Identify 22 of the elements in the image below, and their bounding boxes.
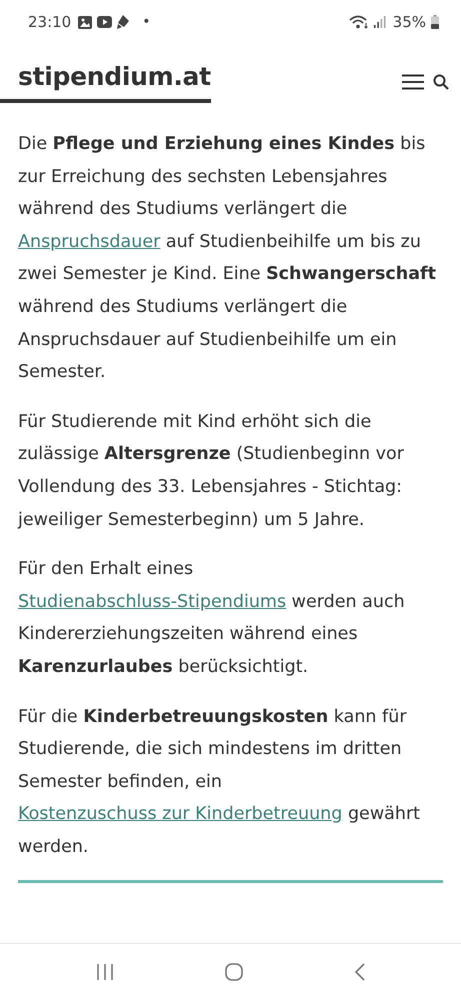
clock: 23:10 (28, 13, 72, 31)
paragraph: Für den Erhalt eines Studienabschluss-Stipendiums werden auch Kindererziehungszeiten während eines Karenzurlaubes berücksichtigt. (18, 558, 406, 679)
recent-apps-icon[interactable] (96, 963, 114, 981)
battery-percent: 35% (392, 13, 426, 31)
video-icon (97, 16, 112, 28)
link[interactable]: Kostenzuschuss zur Kinderbetreuung (18, 804, 342, 824)
menu-icon[interactable] (402, 74, 424, 90)
notification-dot: • (142, 14, 150, 30)
link[interactable]: Anspruchsdauer (18, 232, 160, 252)
link[interactable]: Studienabschluss-Stipendiums (18, 592, 286, 612)
home-icon[interactable] (224, 963, 242, 981)
signal-icon (374, 16, 386, 28)
battery-icon (431, 15, 439, 29)
site-logo[interactable]: stipendium.at (0, 61, 211, 103)
gallery-icon (78, 16, 92, 28)
paragraph: Die Pflege und Erziehung eines Kindes bis zur Erreichung des sechsten Lebensjahres während des Studiums verlängert die Anspruchsdauer auf Studienbeihilfe um bis zu zwei Semester je Kind. Eine Schwangerschaft während des Studiums verlängert die Anspruchsdauer auf Studienbeihilfe um ein Semester. (18, 133, 438, 384)
back-icon[interactable] (354, 963, 366, 981)
search-icon[interactable] (433, 74, 449, 90)
paragraph: Für Studierende mit Kind erhöht sich die zulässige Altersgrenze (Studienbeginn vor Vollendung des 33. Lebensjahres - Stichtag: jeweiliger Semesterbeginn) um 5 Jahre. (18, 410, 405, 532)
pen-icon (117, 15, 130, 29)
paragraph: Für die Kinderbetreuungskosten kann für Studierende, die sich mindestens im dritten Semester befinden, ein Kostenzuschuss zur Kinderbetreuung gewährt werden. (18, 706, 421, 859)
wifi-icon (348, 15, 369, 29)
